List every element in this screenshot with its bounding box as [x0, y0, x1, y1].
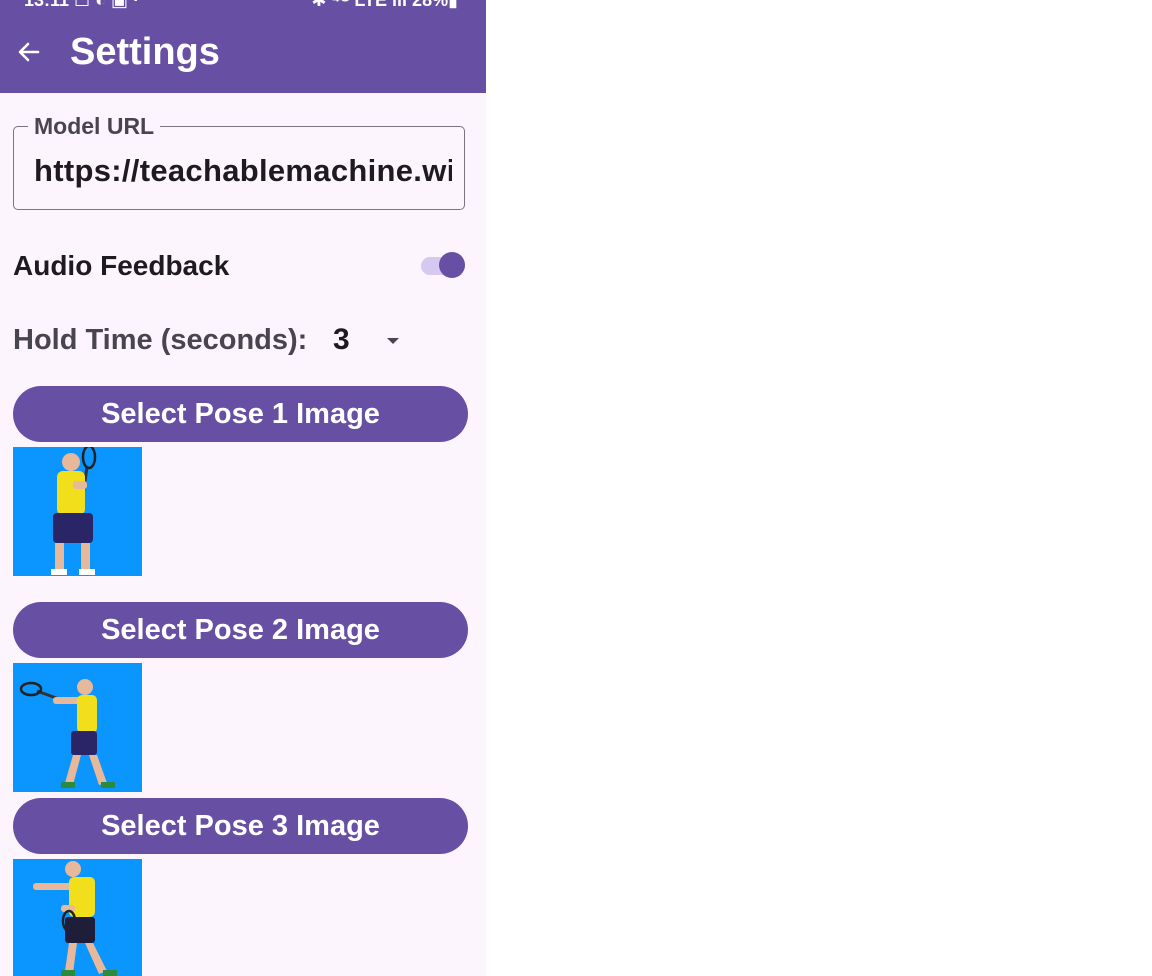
pose-1-image	[13, 447, 142, 576]
audio-feedback-label: Audio Feedback	[13, 250, 230, 281]
select-pose-1-button[interactable]: Select Pose 1 Image	[13, 386, 468, 442]
audio-feedback-toggle[interactable]	[421, 252, 465, 278]
arrow-drop-down-icon	[387, 338, 399, 344]
app-bar: Settings	[0, 14, 486, 93]
hold-time-row: Hold Time (seconds): 3	[13, 320, 465, 360]
hold-time-value: 3	[333, 323, 350, 356]
arrow-back-icon[interactable]	[14, 34, 44, 70]
status-bar: 13:11 ☐ ◐ ▣ · ✱ ⁴ᴳ LTE ıll 28%▮	[0, 0, 486, 14]
page-title: Settings	[70, 31, 220, 73]
model-url-value[interactable]: https://teachablemachine.withgoogle.com/	[34, 151, 452, 191]
status-bar-right: ✱ ⁴ᴳ LTE ıll 28%▮	[311, 0, 458, 10]
audio-feedback-row: Audio Feedback	[13, 246, 465, 286]
model-url-field[interactable]: Model URL https://teachablemachine.withg…	[13, 113, 465, 210]
select-pose-3-button[interactable]: Select Pose 3 Image	[13, 798, 468, 854]
pose-2-image	[13, 663, 142, 792]
toggle-thumb	[439, 252, 465, 278]
status-bar-left: 13:11 ☐ ◐ ▣ ·	[24, 0, 140, 10]
model-url-label: Model URL	[28, 113, 161, 139]
phone-screen: 13:11 ☐ ◐ ▣ · ✱ ⁴ᴳ LTE ıll 28%▮ Settings…	[0, 0, 486, 976]
select-pose-2-button[interactable]: Select Pose 2 Image	[13, 602, 468, 658]
hold-time-label: Hold Time (seconds):	[13, 324, 308, 356]
hold-time-dropdown[interactable]: 3	[323, 320, 423, 360]
pose-3-image	[13, 859, 142, 976]
